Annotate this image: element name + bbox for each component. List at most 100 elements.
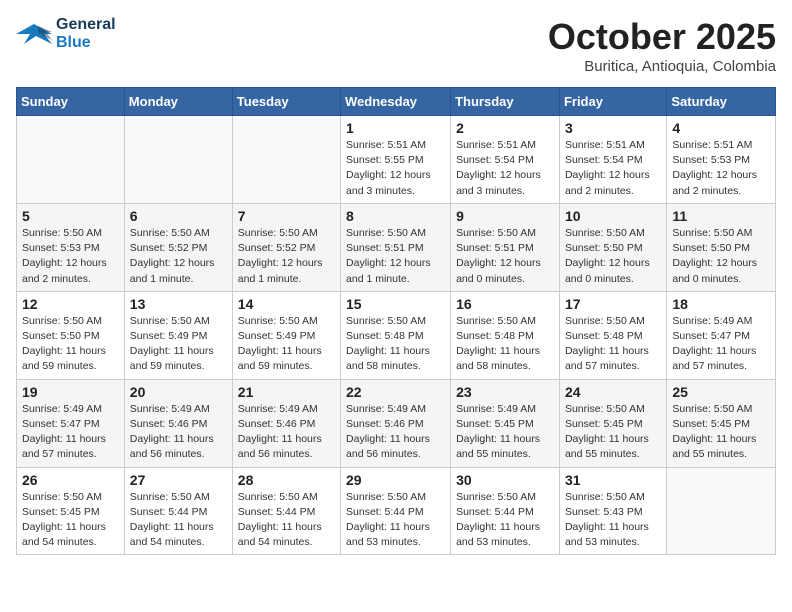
day-info: Sunrise: 5:50 AM Sunset: 5:49 PM Dayligh… bbox=[238, 314, 335, 375]
day-info: Sunrise: 5:50 AM Sunset: 5:45 PM Dayligh… bbox=[565, 402, 661, 463]
calendar-week-row: 12 Sunrise: 5:50 AM Sunset: 5:50 PM Dayli… bbox=[17, 291, 776, 379]
day-number: 11 bbox=[672, 208, 770, 224]
calendar-week-row: 5 Sunrise: 5:50 AM Sunset: 5:53 PM Daylig… bbox=[17, 203, 776, 291]
calendar-cell bbox=[124, 116, 232, 204]
day-info: Sunrise: 5:51 AM Sunset: 5:55 PM Dayligh… bbox=[346, 138, 445, 199]
calendar-cell: 17Sunrise: 5:50 AM Sunset: 5:48 PM Dayli… bbox=[559, 291, 666, 379]
weekday-header: Thursday bbox=[451, 88, 560, 116]
day-info: Sunrise: 5:50 AM Sunset: 5:51 PM Dayligh… bbox=[456, 226, 554, 287]
day-number: 6 bbox=[130, 208, 227, 224]
logo-general-text: General bbox=[56, 16, 116, 34]
weekday-header: Tuesday bbox=[232, 88, 340, 116]
calendar-cell: 14 Sunrise: 5:50 AM Sunset: 5:49 PM Dayli… bbox=[232, 291, 340, 379]
day-number: 5 bbox=[22, 208, 119, 224]
calendar-cell: 26 Sunrise: 5:50 AM Sunset: 5:45 PM Dayli… bbox=[17, 467, 125, 555]
calendar-cell: 2Sunrise: 5:51 AM Sunset: 5:54 PM Daylig… bbox=[451, 116, 560, 204]
calendar-week-row: 1 Sunrise: 5:51 AM Sunset: 5:55 PM Daylig… bbox=[17, 116, 776, 204]
day-info: Sunrise: 5:50 AM Sunset: 5:49 PM Dayligh… bbox=[130, 314, 227, 375]
day-info: Sunrise: 5:50 AM Sunset: 5:44 PM Dayligh… bbox=[346, 490, 445, 551]
day-info: Sunrise: 5:49 AM Sunset: 5:47 PM Dayligh… bbox=[22, 402, 119, 463]
day-info: Sunrise: 5:49 AM Sunset: 5:45 PM Dayligh… bbox=[456, 402, 554, 463]
day-info: Sunrise: 5:50 AM Sunset: 5:44 PM Dayligh… bbox=[456, 490, 554, 551]
day-info: Sunrise: 5:50 AM Sunset: 5:45 PM Dayligh… bbox=[22, 490, 119, 551]
day-number: 7 bbox=[238, 208, 335, 224]
calendar-cell: 15Sunrise: 5:50 AM Sunset: 5:48 PM Dayli… bbox=[341, 291, 451, 379]
day-number: 12 bbox=[22, 296, 119, 312]
calendar-cell: 27 Sunrise: 5:50 AM Sunset: 5:44 PM Dayli… bbox=[124, 467, 232, 555]
day-info: Sunrise: 5:50 AM Sunset: 5:45 PM Dayligh… bbox=[672, 402, 770, 463]
day-number: 24 bbox=[565, 384, 661, 400]
logo-icon bbox=[16, 20, 52, 48]
day-number: 20 bbox=[130, 384, 227, 400]
calendar-header: SundayMondayTuesdayWednesdayThursdayFrid… bbox=[17, 88, 776, 116]
calendar-cell: 3 Sunrise: 5:51 AM Sunset: 5:54 PM Daylig… bbox=[559, 116, 666, 204]
logo-text: General Blue bbox=[56, 16, 116, 51]
calendar-cell: 28 Sunrise: 5:50 AM Sunset: 5:44 PM Dayli… bbox=[232, 467, 340, 555]
calendar-cell: 10 Sunrise: 5:50 AM Sunset: 5:50 PM Dayli… bbox=[559, 203, 666, 291]
day-info: Sunrise: 5:50 AM Sunset: 5:44 PM Dayligh… bbox=[130, 490, 227, 551]
weekday-header: Friday bbox=[559, 88, 666, 116]
calendar-cell: 9 Sunrise: 5:50 AM Sunset: 5:51 PM Daylig… bbox=[451, 203, 560, 291]
calendar-body: 1 Sunrise: 5:51 AM Sunset: 5:55 PM Daylig… bbox=[17, 116, 776, 555]
day-info: Sunrise: 5:50 AM Sunset: 5:50 PM Dayligh… bbox=[565, 226, 661, 287]
calendar-cell: 23 Sunrise: 5:49 AM Sunset: 5:45 PM Dayli… bbox=[451, 379, 560, 467]
weekday-row: SundayMondayTuesdayWednesdayThursdayFrid… bbox=[17, 88, 776, 116]
calendar-table: SundayMondayTuesdayWednesdayThursdayFrid… bbox=[16, 87, 776, 555]
month-title: October 2025 bbox=[548, 16, 776, 58]
day-number: 21 bbox=[238, 384, 335, 400]
calendar-cell: 7 Sunrise: 5:50 AM Sunset: 5:52 PM Daylig… bbox=[232, 203, 340, 291]
calendar-cell: 24 Sunrise: 5:50 AM Sunset: 5:45 PM Dayli… bbox=[559, 379, 666, 467]
day-info: Sunrise: 5:51 AM Sunset: 5:54 PM Dayligh… bbox=[565, 138, 661, 199]
day-number: 19 bbox=[22, 384, 119, 400]
calendar-cell: 21 Sunrise: 5:49 AM Sunset: 5:46 PM Dayli… bbox=[232, 379, 340, 467]
calendar-week-row: 26 Sunrise: 5:50 AM Sunset: 5:45 PM Dayli… bbox=[17, 467, 776, 555]
day-number: 31 bbox=[565, 472, 661, 488]
calendar-cell: 25Sunrise: 5:50 AM Sunset: 5:45 PM Dayli… bbox=[667, 379, 776, 467]
day-number: 26 bbox=[22, 472, 119, 488]
day-number: 10 bbox=[565, 208, 661, 224]
calendar-cell: 18Sunrise: 5:49 AM Sunset: 5:47 PM Dayli… bbox=[667, 291, 776, 379]
weekday-header: Wednesday bbox=[341, 88, 451, 116]
calendar-cell: 4 Sunrise: 5:51 AM Sunset: 5:53 PM Daylig… bbox=[667, 116, 776, 204]
day-number: 28 bbox=[238, 472, 335, 488]
logo-blue-text: Blue bbox=[56, 34, 116, 52]
day-number: 16 bbox=[456, 296, 554, 312]
day-info: Sunrise: 5:49 AM Sunset: 5:46 PM Dayligh… bbox=[238, 402, 335, 463]
day-info: Sunrise: 5:49 AM Sunset: 5:46 PM Dayligh… bbox=[130, 402, 227, 463]
calendar-cell bbox=[232, 116, 340, 204]
calendar-cell: 19 Sunrise: 5:49 AM Sunset: 5:47 PM Dayli… bbox=[17, 379, 125, 467]
calendar-cell: 31 Sunrise: 5:50 AM Sunset: 5:43 PM Dayli… bbox=[559, 467, 666, 555]
day-info: Sunrise: 5:51 AM Sunset: 5:53 PM Dayligh… bbox=[672, 138, 770, 199]
day-info: Sunrise: 5:50 AM Sunset: 5:53 PM Dayligh… bbox=[22, 226, 119, 287]
title-area: October 2025 Buritica, Antioquia, Colomb… bbox=[548, 16, 776, 75]
day-info: Sunrise: 5:50 AM Sunset: 5:50 PM Dayligh… bbox=[672, 226, 770, 287]
weekday-header: Saturday bbox=[667, 88, 776, 116]
day-number: 29 bbox=[346, 472, 445, 488]
logo: General Blue bbox=[16, 16, 116, 51]
day-number: 30 bbox=[456, 472, 554, 488]
day-info: Sunrise: 5:50 AM Sunset: 5:52 PM Dayligh… bbox=[238, 226, 335, 287]
location: Buritica, Antioquia, Colombia bbox=[548, 58, 776, 75]
day-info: Sunrise: 5:50 AM Sunset: 5:44 PM Dayligh… bbox=[238, 490, 335, 551]
weekday-header: Sunday bbox=[17, 88, 125, 116]
day-number: 3 bbox=[565, 120, 661, 136]
day-number: 4 bbox=[672, 120, 770, 136]
day-info: Sunrise: 5:50 AM Sunset: 5:50 PM Dayligh… bbox=[22, 314, 119, 375]
day-number: 23 bbox=[456, 384, 554, 400]
day-info: Sunrise: 5:49 AM Sunset: 5:46 PM Dayligh… bbox=[346, 402, 445, 463]
day-info: Sunrise: 5:50 AM Sunset: 5:43 PM Dayligh… bbox=[565, 490, 661, 551]
calendar-cell: 5 Sunrise: 5:50 AM Sunset: 5:53 PM Daylig… bbox=[17, 203, 125, 291]
day-number: 17 bbox=[565, 296, 661, 312]
day-info: Sunrise: 5:51 AM Sunset: 5:54 PM Dayligh… bbox=[456, 138, 554, 199]
calendar-cell: 12 Sunrise: 5:50 AM Sunset: 5:50 PM Dayli… bbox=[17, 291, 125, 379]
day-number: 14 bbox=[238, 296, 335, 312]
day-number: 9 bbox=[456, 208, 554, 224]
calendar-cell: 30 Sunrise: 5:50 AM Sunset: 5:44 PM Dayli… bbox=[451, 467, 560, 555]
calendar-cell: 8Sunrise: 5:50 AM Sunset: 5:51 PM Daylig… bbox=[341, 203, 451, 291]
calendar-cell: 6Sunrise: 5:50 AM Sunset: 5:52 PM Daylig… bbox=[124, 203, 232, 291]
day-number: 27 bbox=[130, 472, 227, 488]
day-number: 22 bbox=[346, 384, 445, 400]
day-number: 1 bbox=[346, 120, 445, 136]
calendar-cell: 11 Sunrise: 5:50 AM Sunset: 5:50 PM Dayli… bbox=[667, 203, 776, 291]
weekday-header: Monday bbox=[124, 88, 232, 116]
